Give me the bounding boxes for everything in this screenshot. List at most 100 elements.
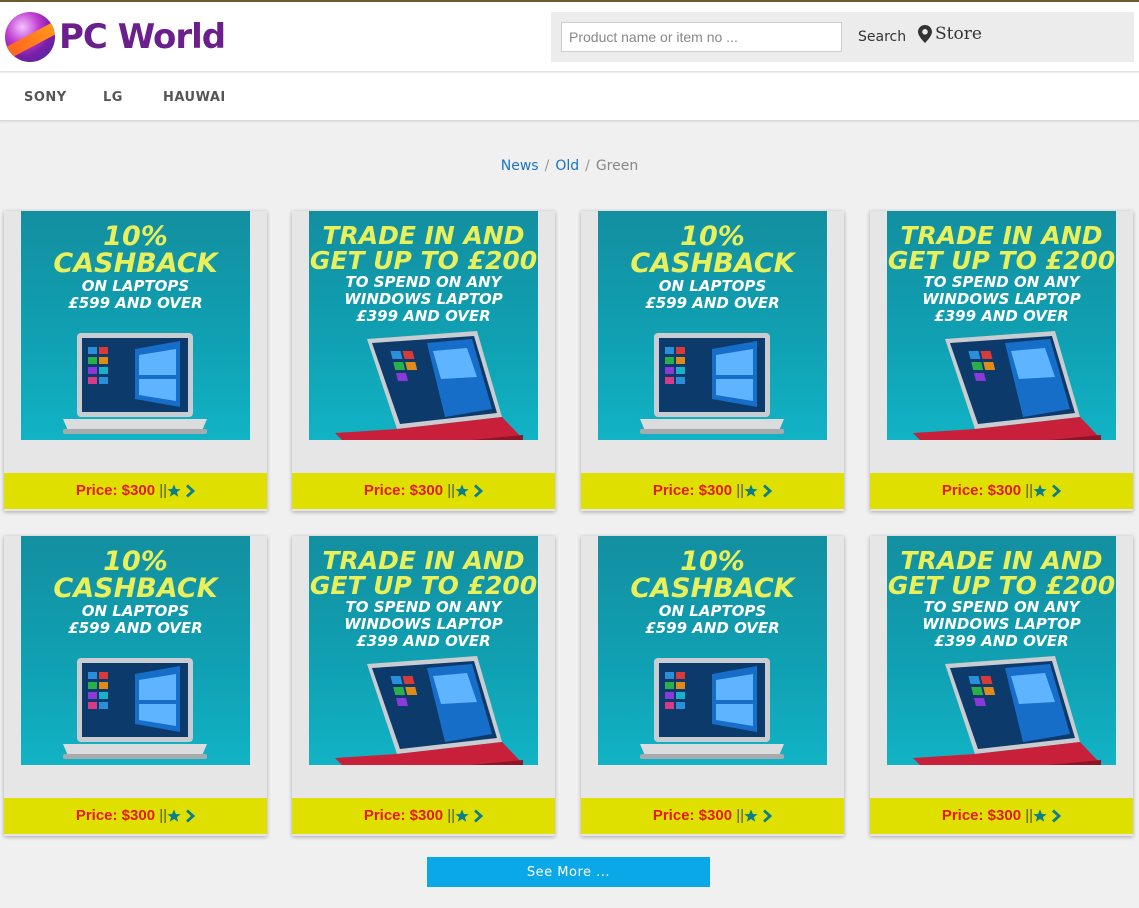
price-label: Price: $300	[363, 807, 448, 824]
price-bar: Price: $300 ||	[4, 798, 267, 834]
price-bar: Price: $300 ||	[581, 473, 844, 509]
price-bar: Price: $300 ||	[870, 798, 1133, 834]
promo-line: CASHBACK	[53, 573, 218, 604]
product-card[interactable]: TRADE IN AND GET UP TO £200 TO SPEND ON AN…	[292, 211, 555, 511]
promo-line: 10%	[103, 546, 168, 577]
promo-text: 10% CASHBACK ON LAPTOPS £599 AND OVER	[598, 223, 827, 311]
chevron-right-icon[interactable]	[185, 484, 196, 498]
price-label: Price: $300	[941, 807, 1026, 824]
chevron-right-icon[interactable]	[185, 809, 196, 823]
nav-item-hauwai[interactable]: HAUWAI	[163, 90, 226, 105]
star-icon[interactable]	[744, 484, 758, 498]
breadcrumb-separator: /	[585, 158, 590, 174]
price-bar: Price: $300 ||	[292, 798, 555, 834]
promo-line: WINDOWS LAPTOP	[344, 290, 503, 308]
search-button[interactable]: Search	[853, 26, 911, 48]
star-icon[interactable]	[455, 484, 469, 498]
star-icon[interactable]	[1033, 809, 1047, 823]
promo-line: GET UP TO £200	[309, 246, 538, 275]
promo-line: ON LAPTOPS	[658, 602, 767, 620]
breadcrumb-old[interactable]: Old	[555, 158, 579, 174]
tradein-promo-image[interactable]: TRADE IN AND GET UP TO £200 TO SPEND ON AN…	[887, 211, 1116, 440]
promo-line: 10%	[680, 221, 745, 252]
promo-line: TRADE IN AND	[900, 546, 1103, 575]
chevron-right-icon[interactable]	[1051, 809, 1062, 823]
promo-line: WINDOWS LAPTOP	[344, 615, 503, 633]
tradein-promo-image[interactable]: TRADE IN AND GET UP TO £200 TO SPEND ON AN…	[309, 211, 538, 440]
star-icon[interactable]	[1033, 484, 1047, 498]
laptop-image	[327, 654, 527, 765]
promo-line: ON LAPTOPS	[81, 602, 190, 620]
store-label: Store	[935, 24, 982, 44]
promo-line: £399 AND OVER	[356, 632, 491, 650]
laptop-image	[632, 329, 792, 440]
price-separator: ||	[736, 482, 745, 499]
chevron-right-icon[interactable]	[762, 484, 773, 498]
tradein-promo-image[interactable]: TRADE IN AND GET UP TO £200 TO SPEND ON AN…	[309, 536, 538, 765]
promo-text: TRADE IN AND GET UP TO £200 TO SPEND ON AN…	[309, 223, 538, 324]
promo-line: £599 AND OVER	[645, 294, 780, 312]
nav-item-lg[interactable]: LG	[103, 90, 123, 105]
price-bar: Price: $300 ||	[581, 798, 844, 834]
promo-line: WINDOWS LAPTOP	[922, 615, 1081, 633]
cashback-promo-image[interactable]: 10% CASHBACK ON LAPTOPS £599 AND OVER	[598, 536, 827, 765]
promo-line: TRADE IN AND	[322, 546, 525, 575]
map-pin-icon	[918, 25, 932, 43]
price-bar: Price: $300 ||	[292, 473, 555, 509]
breadcrumb-current: Green	[595, 158, 639, 174]
product-card[interactable]: 10% CASHBACK ON LAPTOPS £599 AND OVER Price…	[581, 536, 844, 836]
price-separator: ||	[447, 482, 456, 499]
promo-line: 10%	[103, 221, 168, 252]
see-more-button[interactable]: See More ...	[427, 857, 710, 887]
search-bar: Search Store	[551, 12, 1134, 62]
cashback-promo-image[interactable]: 10% CASHBACK ON LAPTOPS £599 AND OVER	[598, 211, 827, 440]
price-separator: ||	[159, 482, 168, 499]
price-label: Price: $300	[652, 807, 737, 824]
promo-text: TRADE IN AND GET UP TO £200 TO SPEND ON AN…	[887, 223, 1116, 324]
promo-text: 10% CASHBACK ON LAPTOPS £599 AND OVER	[598, 548, 827, 636]
site-logo[interactable]: PC World	[5, 12, 226, 62]
product-card[interactable]: TRADE IN AND GET UP TO £200 TO SPEND ON AN…	[292, 536, 555, 836]
store-locator-link[interactable]: Store	[918, 24, 982, 44]
star-icon[interactable]	[744, 809, 758, 823]
promo-line: GET UP TO £200	[887, 571, 1116, 600]
promo-line: TRADE IN AND	[322, 221, 525, 250]
tradein-promo-image[interactable]: TRADE IN AND GET UP TO £200 TO SPEND ON AN…	[887, 536, 1116, 765]
promo-line: £399 AND OVER	[356, 307, 491, 325]
promo-text: TRADE IN AND GET UP TO £200 TO SPEND ON AN…	[887, 548, 1116, 649]
promo-line: CASHBACK	[630, 573, 795, 604]
promo-line: ON LAPTOPS	[81, 277, 190, 295]
chevron-right-icon[interactable]	[762, 809, 773, 823]
cashback-promo-image[interactable]: 10% CASHBACK ON LAPTOPS £599 AND OVER	[21, 536, 250, 765]
nav-item-sony[interactable]: SONY	[24, 90, 67, 105]
star-icon[interactable]	[455, 809, 469, 823]
chevron-right-icon[interactable]	[1051, 484, 1062, 498]
product-card[interactable]: TRADE IN AND GET UP TO £200 TO SPEND ON AN…	[870, 211, 1133, 511]
price-separator: ||	[1025, 482, 1034, 499]
promo-line: GET UP TO £200	[309, 571, 538, 600]
search-input[interactable]	[561, 22, 842, 52]
promo-line: ON LAPTOPS	[658, 277, 767, 295]
laptop-image	[905, 329, 1105, 440]
product-card[interactable]: 10% CASHBACK ON LAPTOPS £599 AND OVER Price…	[4, 211, 267, 511]
cashback-promo-image[interactable]: 10% CASHBACK ON LAPTOPS £599 AND OVER	[21, 211, 250, 440]
promo-text: 10% CASHBACK ON LAPTOPS £599 AND OVER	[21, 548, 250, 636]
breadcrumb-news[interactable]: News	[501, 158, 539, 174]
breadcrumb: News / Old / Green	[0, 158, 1139, 174]
product-card[interactable]: 10% CASHBACK ON LAPTOPS £599 AND OVER Price…	[4, 536, 267, 836]
brand-nav: SONY LG HAUWAI	[0, 73, 1139, 121]
star-icon[interactable]	[167, 484, 181, 498]
price-separator: ||	[1025, 807, 1034, 824]
chevron-right-icon[interactable]	[473, 809, 484, 823]
chevron-right-icon[interactable]	[473, 484, 484, 498]
product-card[interactable]: TRADE IN AND GET UP TO £200 TO SPEND ON AN…	[870, 536, 1133, 836]
promo-line: £599 AND OVER	[645, 619, 780, 637]
price-label: Price: $300	[75, 807, 160, 824]
promo-line: £399 AND OVER	[934, 632, 1069, 650]
promo-line: 10%	[680, 546, 745, 577]
star-icon[interactable]	[167, 809, 181, 823]
promo-line: £399 AND OVER	[934, 307, 1069, 325]
price-separator: ||	[447, 807, 456, 824]
promo-line: TO SPEND ON ANY	[345, 273, 502, 291]
product-card[interactable]: 10% CASHBACK ON LAPTOPS £599 AND OVER Price…	[581, 211, 844, 511]
